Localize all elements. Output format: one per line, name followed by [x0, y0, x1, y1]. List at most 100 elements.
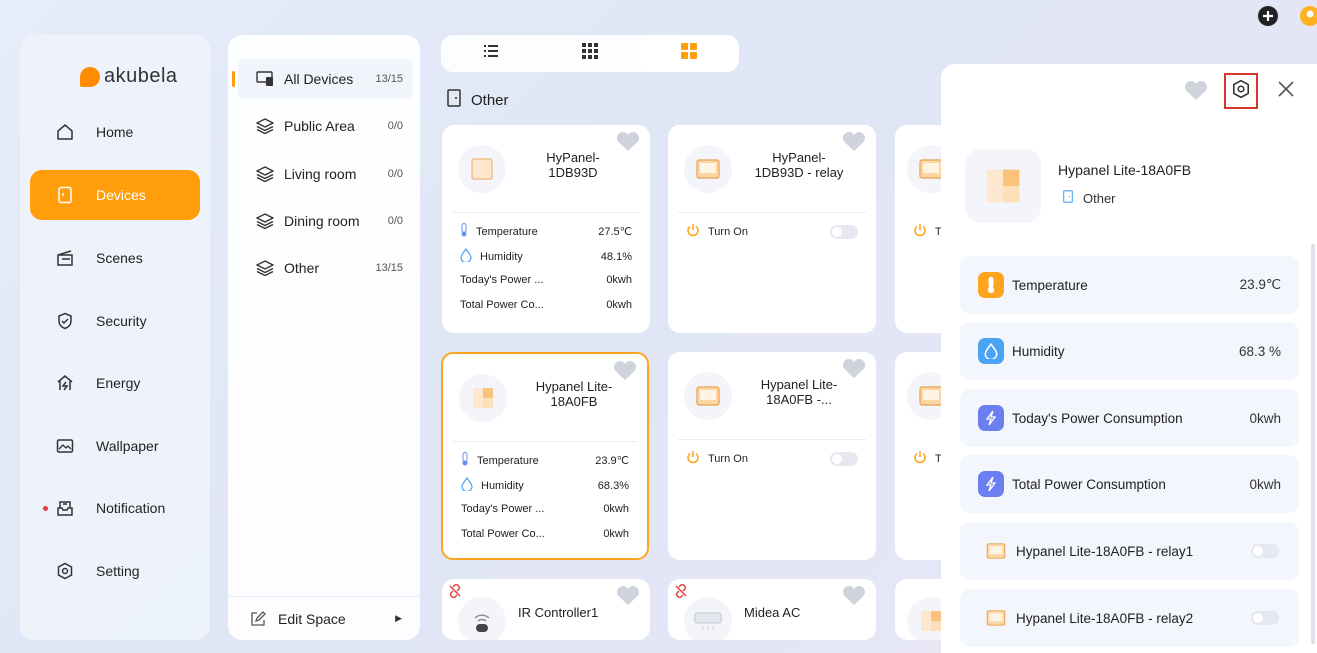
- property-label: Total Power Consumption: [1012, 476, 1166, 492]
- device-name: Midea AC: [744, 605, 801, 620]
- power-icon: [913, 450, 927, 467]
- add-icon[interactable]: [1258, 6, 1278, 31]
- sidebar-item-devices[interactable]: Devices: [30, 170, 200, 220]
- main-sidebar: akubela Home Devices Scenes Security Ene…: [20, 35, 210, 640]
- thermometer-icon: [978, 272, 1004, 298]
- sidebar-item-setting[interactable]: Setting: [30, 546, 200, 596]
- property-today-power: Today's Power Consumption 0kwh: [960, 389, 1299, 447]
- space-item-label: All Devices: [284, 71, 354, 87]
- device-card-hypanel-lite-18a0fb[interactable]: Hypanel Lite- 18A0FB Temperature 23.9℃ Hu…: [441, 352, 649, 560]
- device-card-hypanel-1db93d-relay[interactable]: HyPanel- 1DB93D - relay Turn On: [668, 125, 876, 333]
- space-item-label: Other: [284, 260, 320, 276]
- thermometer-icon: [461, 452, 469, 469]
- space-item-other[interactable]: Other 13/15: [238, 248, 413, 288]
- relay-toggle[interactable]: [830, 451, 858, 466]
- space-item-all-devices[interactable]: All Devices 13/15: [232, 59, 413, 99]
- today-power-row: Today's Power ... 0kwh: [460, 274, 632, 286]
- ir-controller-icon: [458, 597, 506, 640]
- space-item-living-room[interactable]: Living room 0/0: [238, 154, 413, 194]
- property-temperature: Temperature 23.9℃: [960, 256, 1299, 314]
- device-card-hypanel-lite-18a0fb-relay[interactable]: Hypanel Lite- 18A0FB -... Turn On: [668, 352, 876, 560]
- property-value: 23.9℃: [1239, 277, 1281, 292]
- space-item-label: Public Area: [284, 118, 355, 134]
- temperature-value: 23.9℃: [595, 455, 629, 467]
- sidebar-item-energy[interactable]: Energy: [30, 358, 200, 408]
- offline-link-icon: [673, 583, 689, 604]
- scenes-icon: [56, 249, 74, 267]
- today-power-row: Today's Power ... 0kwh: [461, 503, 629, 515]
- active-indicator: [232, 71, 235, 87]
- devices-icon: [56, 186, 74, 204]
- device-card-ir-controller1[interactable]: IR Controller1: [442, 579, 650, 640]
- device-card-hypanel-1db93d[interactable]: HyPanel- 1DB93D Temperature 27.5℃ Humidit…: [442, 125, 650, 333]
- sidebar-item-label: Notification: [96, 500, 166, 516]
- favorite-heart-icon[interactable]: [616, 585, 640, 612]
- edit-space-label: Edit Space: [278, 610, 346, 627]
- sidebar-item-home[interactable]: Home: [30, 107, 200, 157]
- turn-on-row: Turn On: [686, 223, 858, 240]
- layers-icon: [256, 259, 274, 277]
- relay-toggle[interactable]: [830, 224, 858, 239]
- close-icon[interactable]: [1277, 80, 1295, 103]
- water-drop-icon: [461, 477, 473, 494]
- favorite-heart-icon[interactable]: [616, 131, 640, 158]
- favorite-heart-icon[interactable]: [842, 358, 866, 385]
- property-total-power: Total Power Consumption 0kwh: [960, 455, 1299, 513]
- favorite-heart-icon[interactable]: [613, 360, 637, 387]
- device-card-midea-ac[interactable]: Midea AC: [668, 579, 876, 640]
- space-item-public-area[interactable]: Public Area 0/0: [238, 106, 413, 146]
- offline-link-icon: [447, 583, 463, 604]
- wallpaper-icon: [56, 437, 74, 455]
- space-item-count: 0/0: [387, 215, 403, 227]
- favorite-heart-icon[interactable]: [842, 585, 866, 612]
- edit-space-button[interactable]: Edit Space ▶: [228, 596, 420, 640]
- temperature-row: Temperature 27.5℃: [460, 223, 632, 240]
- device-name: IR Controller1: [518, 605, 599, 620]
- space-item-dining-room[interactable]: Dining room 0/0: [238, 201, 413, 241]
- device-name: HyPanel- 1DB93D: [546, 150, 600, 180]
- logo-text: akubela: [104, 65, 178, 87]
- property-label: Today's Power Consumption: [1012, 410, 1183, 426]
- view-mode-toggle: [441, 35, 739, 72]
- sidebar-item-notification[interactable]: Notification: [30, 483, 200, 533]
- total-power-row: Total Power Co... 0kwh: [460, 299, 632, 311]
- panel-icon: [458, 145, 506, 193]
- card-divider: [678, 439, 866, 440]
- favorite-heart-icon[interactable]: [842, 131, 866, 158]
- card-divider: [678, 212, 866, 213]
- panel-lite-icon: [459, 374, 507, 422]
- total-power-row: Total Power Co... 0kwh: [461, 528, 629, 540]
- power-icon: [686, 450, 700, 467]
- grid-view-button[interactable]: [540, 35, 639, 72]
- device-name: Hypanel Lite- 18A0FB -...: [760, 377, 838, 407]
- sidebar-item-scenes[interactable]: Scenes: [30, 233, 200, 283]
- relay-label: Hypanel Lite-18A0FB - relay1: [1016, 543, 1194, 559]
- relay-icon: [684, 372, 732, 420]
- turn-on-row: Turn On: [686, 450, 858, 467]
- property-humidity: Humidity 68.3 %: [960, 322, 1299, 380]
- list-view-button[interactable]: [441, 35, 540, 72]
- card-view-button[interactable]: [639, 35, 738, 72]
- section-title: Other: [447, 89, 509, 111]
- device-settings-button[interactable]: [1224, 73, 1258, 109]
- humidity-row: Humidity 68.3%: [461, 477, 629, 494]
- sidebar-item-wallpaper[interactable]: Wallpaper: [30, 421, 200, 471]
- user-avatar[interactable]: [1300, 6, 1317, 31]
- favorite-heart-icon[interactable]: [1183, 80, 1209, 107]
- card-view-icon: [680, 43, 697, 64]
- sidebar-item-label: Devices: [96, 187, 146, 203]
- lightning-icon: [978, 405, 1004, 431]
- sidebar-item-security[interactable]: Security: [30, 296, 200, 346]
- card-divider: [453, 441, 637, 442]
- grid-view-icon: [581, 43, 598, 64]
- door-icon: [447, 89, 461, 111]
- relay2-toggle[interactable]: [1251, 611, 1279, 625]
- lightning-icon: [978, 471, 1004, 497]
- device-detail-panel: Hypanel Lite-18A0FB Other Temperature 23…: [941, 64, 1317, 653]
- property-value: 68.3 %: [1238, 343, 1281, 359]
- detail-room: Other: [1063, 190, 1116, 206]
- home-icon: [56, 123, 74, 141]
- logo-mark-icon: [80, 66, 100, 87]
- detail-scrollbar[interactable]: [1311, 244, 1315, 644]
- relay1-toggle[interactable]: [1251, 544, 1279, 558]
